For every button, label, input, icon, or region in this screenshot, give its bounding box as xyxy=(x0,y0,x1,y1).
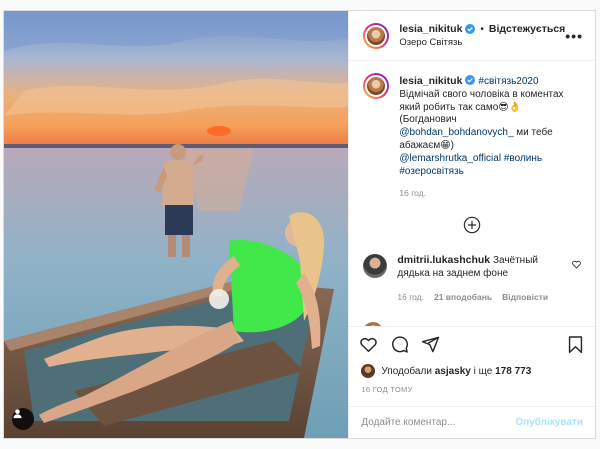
comment-icon[interactable] xyxy=(390,335,409,354)
comment-likes[interactable]: 21 вподобань xyxy=(434,291,492,304)
username-link[interactable]: lesia_nikituk xyxy=(399,23,462,35)
caption-username[interactable]: lesia_nikituk xyxy=(399,75,462,87)
caption-text: який робить так само😎👌 xyxy=(399,101,522,113)
comment-time[interactable]: 16 год. xyxy=(397,291,424,304)
likes-middle: і ще xyxy=(473,365,493,377)
add-comment-bar: Опублікувати xyxy=(349,406,595,438)
comment-avatar[interactable] xyxy=(363,321,384,326)
next-comment-peek xyxy=(363,321,581,326)
comment: dmitrii.lukashchuk Зачётный дядька на за… xyxy=(363,254,581,303)
save-bookmark-icon[interactable] xyxy=(566,335,585,354)
caption-text: абажаєм😁) xyxy=(399,139,454,151)
reply-button[interactable]: Відповісти xyxy=(502,291,548,304)
caption-avatar[interactable] xyxy=(363,73,390,99)
verified-badge-icon xyxy=(465,24,476,34)
likes-prefix: Уподобали xyxy=(381,365,432,377)
tagged-users-button[interactable] xyxy=(12,408,34,430)
comment-avatar[interactable] xyxy=(363,254,388,279)
liker-avatar[interactable] xyxy=(361,364,376,378)
more-options-icon[interactable]: ••• xyxy=(565,28,583,44)
avatar[interactable] xyxy=(363,22,390,49)
follow-status-button[interactable]: Відстежується xyxy=(489,23,565,35)
share-icon[interactable] xyxy=(421,335,440,354)
person-icon xyxy=(13,409,22,419)
liker-username[interactable]: asjasky xyxy=(435,366,471,377)
instagram-post: lesia_nikituk • Відстежується Озеро Світ… xyxy=(3,10,596,439)
load-more-comments-icon[interactable] xyxy=(463,216,481,234)
like-comment-heart-icon[interactable] xyxy=(572,260,581,269)
caption-text: Відмічай свого чоловіка в коментах xyxy=(399,88,564,100)
likes-count[interactable]: 178 773 xyxy=(495,366,531,377)
comment-username[interactable]: dmitrii.lukashchuk xyxy=(397,254,490,266)
caption: lesia_nikituk #світязь2020 Відмічай свого… xyxy=(363,73,581,200)
likes-summary: Уподобали asjasky і ще 178 773 xyxy=(349,362,595,380)
heart-icon[interactable] xyxy=(359,335,378,354)
post-header: lesia_nikituk • Відстежується Озеро Світ… xyxy=(349,11,595,61)
comments-section: lesia_nikituk #світязь2020 Відмічай свого… xyxy=(349,61,595,326)
hashtag-link[interactable]: #озеросвітязь xyxy=(399,166,464,177)
photo-illustration xyxy=(4,11,349,438)
post-timestamp[interactable]: 16 ГОД ТОМУ xyxy=(349,380,595,400)
mention-link[interactable]: @lemarshrutka_official xyxy=(399,153,501,164)
hashtag-link[interactable]: #волинь xyxy=(504,153,542,164)
verified-badge-icon xyxy=(465,75,476,85)
post-comment-button[interactable]: Опублікувати xyxy=(515,417,583,428)
hashtag-link[interactable]: #світязь2020 xyxy=(478,76,538,87)
post-sidebar: lesia_nikituk • Відстежується Озеро Світ… xyxy=(348,11,595,438)
separator-dot: • xyxy=(480,23,484,35)
mention-link[interactable]: @bohdan_bohdanovych_ xyxy=(399,127,513,138)
location-link[interactable]: Озеро Світязь xyxy=(399,37,565,48)
action-bar xyxy=(349,326,595,362)
post-photo[interactable] xyxy=(4,11,349,438)
comment-input[interactable] xyxy=(361,417,516,428)
caption-text: ми тебе xyxy=(513,127,553,139)
caption-time[interactable]: 16 год. xyxy=(399,187,581,200)
caption-text: (Богданович xyxy=(399,114,457,126)
